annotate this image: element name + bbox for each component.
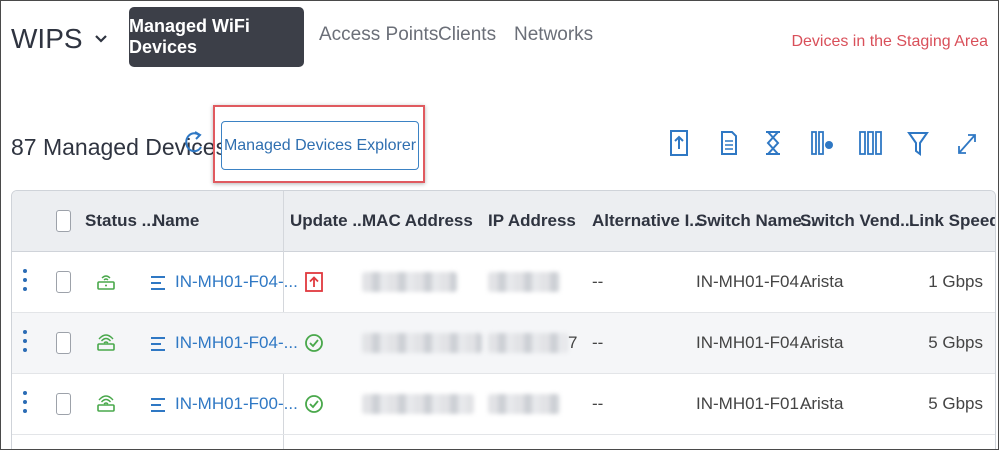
switch-vendor: Arista (800, 333, 844, 352)
tab-clients[interactable]: Clients (438, 24, 496, 46)
table-header: Status ... Name Update ... MAC Address I… (12, 191, 995, 252)
column-settings-icon[interactable] (809, 127, 835, 159)
column-header-ip-address[interactable]: IP Address (488, 211, 576, 231)
check-circle-icon (305, 334, 323, 352)
devices-table: Status ... Name Update ... MAC Address I… (11, 190, 996, 449)
ip-address-tail: 7 (568, 333, 578, 352)
access-point-status-icon (97, 334, 115, 351)
row-checkbox[interactable] (56, 271, 71, 293)
row-actions-icon[interactable] (22, 330, 28, 354)
row-actions-icon[interactable] (22, 269, 28, 293)
filter-icon[interactable] (906, 127, 930, 159)
device-details-icon[interactable] (151, 398, 165, 412)
column-header-name[interactable]: Name (153, 211, 199, 231)
ip-address-redacted (488, 272, 560, 292)
device-name-link[interactable]: IN-MH01-F00-... (175, 394, 298, 414)
staging-area-link[interactable]: Devices in the Staging Area (791, 33, 988, 51)
column-header-update[interactable]: Update ... (290, 211, 367, 231)
column-header-status[interactable]: Status ... (85, 211, 156, 231)
link-speed: 5 Gbps (928, 394, 983, 413)
access-point-status-icon (97, 275, 115, 290)
upgrade-available-icon[interactable] (304, 271, 324, 293)
managed-devices-explorer-button[interactable]: Managed Devices Explorer (221, 121, 419, 170)
table-row[interactable]: IN-MH01-F00-... -- IN-MH01-F01... Arista… (12, 374, 995, 435)
table-row[interactable]: IN-MH01-F04-... -- IN-MH01-F04... Arista… (12, 252, 995, 313)
select-all-checkbox[interactable] (56, 210, 71, 232)
ip-address-redacted (488, 394, 560, 414)
chevron-down-icon (94, 35, 107, 43)
link-speed: 1 Gbps (928, 272, 983, 291)
mac-address-redacted (362, 394, 474, 414)
switch-name: IN-MH01-F04... (696, 272, 814, 291)
mac-address-redacted (362, 272, 457, 292)
device-details-icon[interactable] (151, 276, 165, 290)
link-speed: 5 Gbps (928, 333, 983, 352)
row-actions-icon[interactable] (22, 391, 28, 415)
switch-vendor: Arista (800, 272, 844, 291)
device-name-link[interactable]: IN-MH01-F04-... (175, 272, 298, 292)
tab-access-points[interactable]: Access Points (319, 24, 438, 46)
alternative-ip: -- (592, 333, 604, 352)
refresh-icon[interactable] (183, 129, 205, 157)
history-icon[interactable] (761, 127, 785, 159)
table-row[interactable]: IN-MH01-F04-... 7 -- IN-MH01-F04... Aris… (12, 313, 995, 374)
column-header-mac-address[interactable]: MAC Address (362, 211, 473, 231)
switch-name: IN-MH01-F01... (696, 394, 814, 413)
row-checkbox[interactable] (56, 332, 71, 354)
export-icon[interactable] (667, 127, 691, 159)
columns-icon[interactable] (857, 127, 883, 159)
column-header-link-speed[interactable]: Link Speed (909, 211, 995, 231)
access-point-status-icon (97, 395, 115, 412)
device-name-link[interactable]: IN-MH01-F04-... (175, 333, 298, 353)
switch-vendor: Arista (800, 394, 844, 413)
column-header-switch-vendor[interactable]: Switch Vend... (800, 211, 914, 231)
ip-address-redacted (488, 333, 568, 353)
app-title: WIPS (11, 23, 83, 54)
app-switcher[interactable]: WIPS (11, 23, 109, 55)
alternative-ip: -- (592, 272, 604, 291)
alternative-ip: -- (592, 394, 604, 413)
check-circle-icon (305, 395, 323, 413)
switch-name: IN-MH01-F04... (696, 333, 814, 352)
column-header-alternative[interactable]: Alternative I... (592, 211, 703, 231)
expand-icon[interactable] (955, 127, 979, 159)
device-details-icon[interactable] (151, 337, 165, 351)
row-checkbox[interactable] (56, 393, 71, 415)
tab-networks[interactable]: Networks (514, 24, 593, 46)
tab-managed-wifi-devices[interactable]: Managed WiFi Devices (129, 7, 304, 67)
app-window: WIPS Managed WiFi Devices Access Points … (0, 0, 999, 450)
mac-address-redacted (362, 333, 482, 353)
column-header-switch-name[interactable]: Switch Name... (696, 211, 816, 231)
report-icon[interactable] (717, 127, 741, 159)
